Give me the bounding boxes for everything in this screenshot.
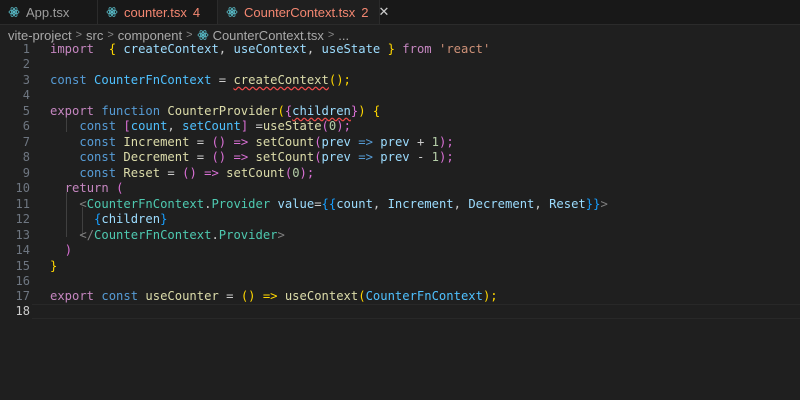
problem-count-badge: 2 bbox=[361, 4, 369, 20]
line-number: 1 bbox=[22, 42, 30, 56]
line-number: 17 bbox=[15, 289, 30, 303]
line-number: 8 bbox=[22, 150, 30, 164]
tab-label: counter.tsx bbox=[124, 4, 187, 20]
code-line: 10 return ( bbox=[0, 181, 800, 196]
chevron-right-icon: > bbox=[75, 29, 83, 41]
code-line: 7 const Increment = () => setCount(prev … bbox=[0, 135, 800, 150]
breadcrumb-item[interactable]: ... bbox=[338, 28, 349, 43]
code-line: 13 </CounterFnContext.Provider> bbox=[0, 228, 800, 243]
code-line: 15 } bbox=[0, 259, 800, 274]
close-icon[interactable]: ✕ bbox=[379, 4, 390, 20]
line-number: 9 bbox=[22, 166, 30, 180]
line-number: 13 bbox=[15, 228, 30, 242]
line-number: 18 bbox=[15, 304, 30, 318]
code-line: 9 const Reset = () => setCount(0); bbox=[0, 166, 800, 181]
code-line: 14 ) bbox=[0, 243, 800, 258]
tab-app-tsx[interactable]: App.tsx bbox=[0, 0, 98, 24]
line-number: 16 bbox=[15, 274, 30, 288]
code-line: 12 {children} bbox=[0, 212, 800, 227]
chevron-right-icon: > bbox=[327, 29, 335, 41]
breadcrumb-item[interactable]: CounterContext.tsx bbox=[213, 28, 324, 43]
line-number: 11 bbox=[15, 197, 30, 211]
line-number: 5 bbox=[22, 104, 30, 118]
breadcrumb-item[interactable]: vite-project bbox=[8, 28, 72, 43]
line-number: 12 bbox=[15, 212, 30, 226]
react-icon bbox=[197, 29, 209, 41]
tab-countercontext-tsx[interactable]: CounterContext.tsx 2 ✕ bbox=[218, 0, 389, 24]
line-number: 10 bbox=[15, 181, 30, 195]
line-number: 2 bbox=[22, 57, 30, 71]
breadcrumb-item[interactable]: component bbox=[118, 28, 182, 43]
line-number: 4 bbox=[22, 88, 30, 102]
code-line: 8 const Decrement = () => setCount(prev … bbox=[0, 150, 800, 165]
code-editor[interactable]: 1 import { createContext, useContext, us… bbox=[0, 42, 800, 400]
line-number: 3 bbox=[22, 73, 30, 87]
line-number: 14 bbox=[15, 243, 30, 257]
tab-counter-tsx[interactable]: counter.tsx 4 bbox=[98, 0, 218, 24]
code-line: 5 export function CounterProvider({child… bbox=[0, 104, 800, 119]
code-line: 3 const CounterFnContext = createContext… bbox=[0, 73, 800, 88]
code-line: 4 bbox=[0, 88, 800, 103]
code-line: 16 bbox=[0, 274, 800, 289]
problem-count-badge: 4 bbox=[192, 4, 201, 20]
code-line: 6 const [count, setCount] =useState(0); bbox=[0, 119, 800, 134]
code-line: 18 bbox=[0, 304, 800, 319]
code-line: 2 bbox=[0, 57, 800, 72]
breadcrumb-item[interactable]: src bbox=[86, 28, 103, 43]
react-icon bbox=[226, 6, 238, 18]
tab-label: App.tsx bbox=[26, 4, 70, 20]
line-number: 6 bbox=[22, 119, 30, 133]
chevron-right-icon: > bbox=[107, 29, 114, 41]
line-number: 7 bbox=[22, 135, 30, 149]
editor-tab-bar: App.tsx counter.tsx 4 CounterContext.tsx… bbox=[0, 0, 800, 25]
react-icon bbox=[106, 6, 118, 18]
tab-label: CounterContext.tsx bbox=[244, 4, 356, 20]
code-line: 11 <CounterFnContext.Provider value={{co… bbox=[0, 197, 800, 212]
code-line: 1 import { createContext, useContext, us… bbox=[0, 42, 800, 57]
line-number: 15 bbox=[15, 259, 30, 273]
react-icon bbox=[8, 6, 20, 18]
code-line: 17 export const useCounter = () => useCo… bbox=[0, 289, 800, 304]
chevron-right-icon: > bbox=[186, 29, 193, 41]
